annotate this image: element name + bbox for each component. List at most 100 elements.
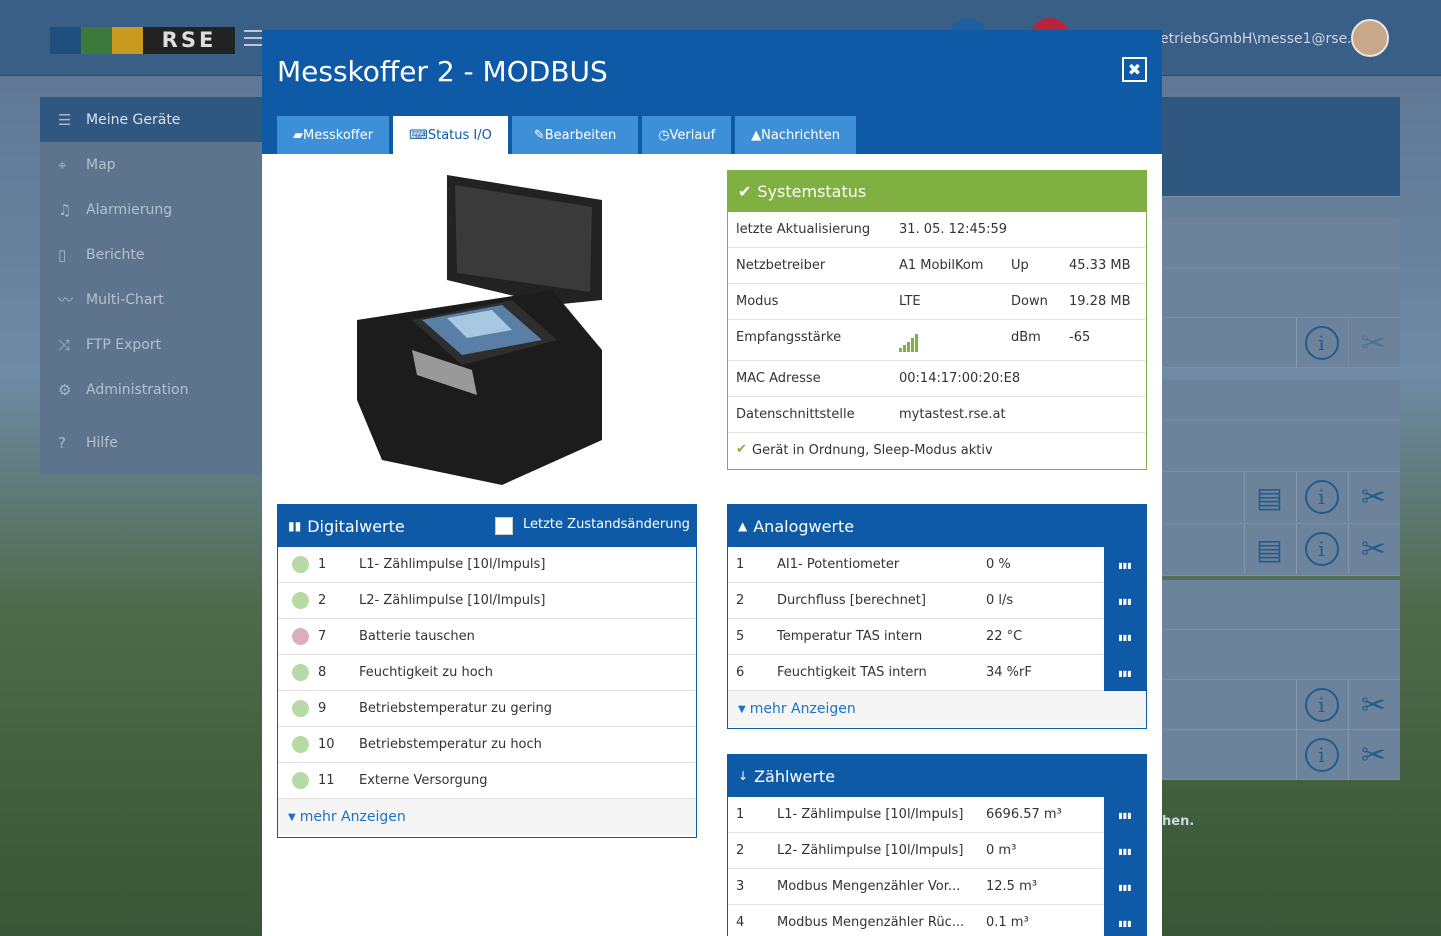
user-name[interactable]: etriebsGmbH\messe1@rse.at [1160, 31, 1366, 47]
row-label: Durchfluss [berechnet] [777, 593, 926, 608]
chart-button[interactable]: ▮▮▮ [1104, 869, 1146, 905]
tab-bearbeiten[interactable]: ✎ Bearbeiten [511, 116, 639, 154]
service-button[interactable]: ✂ [1348, 680, 1398, 730]
row-number: 5 [736, 629, 745, 644]
modal-title: Messkoffer 2 - MODBUS [277, 55, 608, 88]
systemstatus-header: ✔ Systemstatus [728, 171, 1146, 212]
last-change-checkbox[interactable] [495, 517, 513, 535]
row-label: Batterie tauschen [359, 629, 475, 644]
row-number: 3 [736, 879, 745, 894]
sidebar-item-map[interactable]: ⌖ Map [40, 142, 262, 187]
hamburger-menu-icon[interactable] [244, 30, 264, 46]
avatar[interactable] [1351, 19, 1389, 57]
row-number: 1 [736, 807, 745, 822]
sidebar-item-administration[interactable]: ⚙ Administration [40, 367, 262, 412]
info-button[interactable]: i [1296, 472, 1346, 522]
last-change-label: Letzte Zustandsänderung [523, 517, 690, 532]
row-number: 11 [318, 773, 335, 788]
chart-button[interactable]: ▮▮▮ [1104, 619, 1146, 655]
keyboard-icon: ⌨ [409, 127, 428, 143]
digital-row: 7 Batterie tauschen [278, 619, 696, 655]
chart-button[interactable]: ▮▮▮ [1104, 905, 1146, 936]
bar-chart-icon: ▮▮ [288, 519, 302, 533]
background-row: ▤ i ✂ [1162, 524, 1400, 576]
sleep-wrench-icon: ✂ [1360, 531, 1387, 567]
chart-button[interactable]: ▮▮▮ [1104, 797, 1146, 833]
bar-chart-icon: ▮▮▮ [1118, 596, 1132, 606]
bar-chart-icon: ▮▮▮ [1118, 668, 1132, 678]
wrench-icon: ✂ [1360, 687, 1387, 723]
chart-line-icon: 〰 [58, 291, 74, 309]
status-row: Modus LTE Down 19.28 MB [728, 284, 1146, 320]
chart-button[interactable]: ▮▮▮ [1104, 833, 1146, 869]
status-led-icon [292, 700, 309, 717]
row-value: 0.1 m³ [986, 915, 1029, 930]
tab-verlauf[interactable]: ◷ Verlauf [642, 116, 732, 154]
wrench-icon: ✂ [1360, 325, 1387, 361]
row-number: 6 [736, 665, 745, 680]
list-icon: ☰ [58, 110, 72, 129]
close-button[interactable]: ✖ [1122, 57, 1147, 82]
rse-logo[interactable]: RSE [50, 27, 235, 54]
sidebar-item-berichte[interactable]: ▯ Berichte [40, 232, 262, 277]
info-button[interactable]: i [1296, 680, 1346, 730]
sleep-button[interactable]: ✂ [1348, 524, 1398, 574]
row-label: Feuchtigkeit TAS intern [777, 665, 927, 680]
row-label: Betriebstemperatur zu gering [359, 701, 553, 716]
tab-messkoffer[interactable]: ▰ Messkoffer [277, 116, 390, 154]
digital-row: 8 Feuchtigkeit zu hoch [278, 655, 696, 691]
more-button[interactable]: ▼ mehr Anzeigen [728, 691, 1146, 727]
info-button[interactable]: i [1296, 730, 1346, 780]
bar-chart-icon: ▮▮▮ [1118, 882, 1132, 892]
sidebar-item-ftp-export[interactable]: ⤨ FTP Export [40, 322, 262, 367]
row-value: 12.5 m³ [986, 879, 1037, 894]
info-button[interactable]: i [1296, 524, 1346, 574]
bar-chart-icon: ▮▮▮ [1118, 846, 1132, 856]
report-icon: ▯ [58, 245, 67, 264]
digital-row: 2 L2- Zählimpulse [10l/Impuls] [278, 583, 696, 619]
sidebar-item-alarmierung[interactable]: ♫ Alarmierung [40, 187, 262, 232]
logo-text: RSE [143, 27, 235, 54]
report-button[interactable]: ▤ [1244, 524, 1294, 574]
bar-chart-icon: ▮▮▮ [1118, 632, 1132, 642]
row-number: 2 [736, 843, 745, 858]
area-chart-icon: ▲ [738, 519, 748, 533]
zaehlwerte-header: ↓ Zählwerte [728, 755, 1146, 797]
background-row: i ✂ [1162, 318, 1400, 368]
report-button[interactable]: ▤ [1244, 472, 1294, 522]
service-button[interactable]: ✂ [1348, 730, 1398, 780]
device-image [357, 175, 602, 485]
row-label: L1- Zählimpulse [10l/Impuls] [359, 557, 546, 572]
row-number: 1 [736, 557, 745, 572]
chart-button[interactable]: ▮▮▮ [1104, 547, 1146, 583]
counters-row: 2 L2- Zählimpulse [10l/Impuls] 0 m³ ▮▮▮ [728, 833, 1146, 869]
tab-status-io[interactable]: ⌨ Status I/O [393, 116, 508, 154]
info-button[interactable]: i [1296, 318, 1346, 368]
row-number: 10 [318, 737, 335, 752]
row-number: 1 [318, 557, 327, 572]
analog-row: 6 Feuchtigkeit TAS intern 34 %rF ▮▮▮ [728, 655, 1146, 691]
status-led-icon [292, 664, 309, 681]
status-led-icon [292, 592, 309, 609]
bar-chart-icon: ▮▮▮ [1118, 918, 1132, 928]
more-button[interactable]: ▼ mehr Anzeigen [278, 799, 696, 835]
background-row [1162, 630, 1400, 680]
sidebar-item-hilfe[interactable]: ? Hilfe [40, 412, 262, 474]
sleep-button[interactable]: ✂ [1348, 472, 1398, 522]
row-label: L2- Zählimpulse [10l/Impuls] [777, 843, 964, 858]
briefcase-icon: ▰ [293, 127, 303, 143]
service-button[interactable]: ✂ [1348, 318, 1398, 368]
background-panel [1162, 97, 1400, 197]
status-led-icon [292, 736, 309, 753]
chart-button[interactable]: ▮▮▮ [1104, 655, 1146, 691]
tab-nachrichten[interactable]: ▲ Nachrichten [735, 116, 856, 154]
info-icon: i [1304, 738, 1339, 772]
sidebar-item-multi-chart[interactable]: 〰 Multi-Chart [40, 277, 262, 322]
chart-button[interactable]: ▮▮▮ [1104, 583, 1146, 619]
background-row [1162, 380, 1400, 420]
sidebar-item-meine-geraete[interactable]: ☰ Meine Geräte [40, 97, 262, 142]
row-label: Feuchtigkeit zu hoch [359, 665, 494, 680]
sidebar: ☰ Meine Geräte ⌖ Map ♫ Alarmierung ▯ Bericht… [40, 97, 262, 475]
status-led-icon [292, 772, 309, 789]
report-clock-icon: ▤ [1256, 532, 1283, 566]
